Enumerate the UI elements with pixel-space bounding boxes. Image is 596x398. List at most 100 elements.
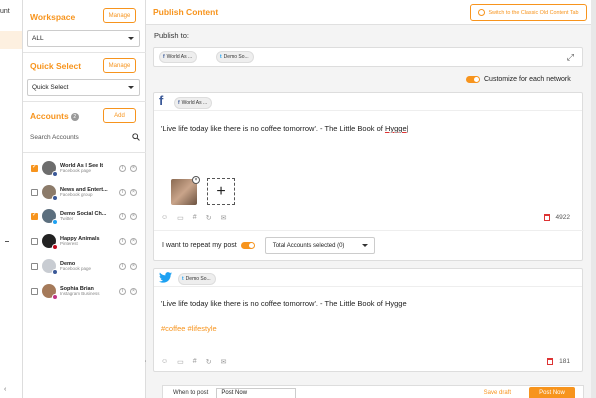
workspace-select[interactable]: ALL [27, 30, 140, 47]
left-nav-dash [5, 241, 9, 242]
account-row[interactable]: News and Entert... Facebook group i × [31, 180, 141, 204]
post-text-misspelled-word: Hygge [384, 124, 407, 133]
chip-label: World As ... [166, 54, 193, 60]
save-draft-button[interactable]: Save draft [484, 390, 511, 396]
expand-icon[interactable]: ⤢ [567, 52, 574, 63]
remove-icon[interactable]: × [130, 164, 137, 172]
character-count: 181 [559, 358, 570, 365]
account-search[interactable]: Search Accounts [30, 130, 140, 144]
page-title: Publish Content [153, 7, 219, 17]
when-to-post-label: When to post [173, 390, 209, 396]
customize-toggle-row: Customize for each network [462, 76, 571, 83]
quick-select-dropdown[interactable]: Quick Select [27, 79, 140, 96]
info-icon[interactable]: i [119, 212, 126, 220]
post-now-button[interactable]: Post Now [529, 386, 575, 398]
panel-header: Publish Content Switch to the Classic Ol… [146, 0, 596, 25]
remove-icon[interactable]: × [130, 188, 137, 196]
emoji-icon[interactable]: ☺ [161, 358, 168, 366]
selected-account-chip[interactable]: f World As ... [159, 51, 198, 63]
publish-footer: When to post Post Now Save draft Post No… [162, 385, 584, 398]
chip-label: Demo So... [223, 54, 249, 60]
info-icon[interactable]: i [119, 287, 126, 295]
add-media-button[interactable]: + [207, 178, 235, 205]
post-toolbar: ☺ ▭ # ↻ ✉ [161, 214, 226, 222]
publish-panel: Publish Content Switch to the Classic Ol… [146, 0, 596, 398]
hashtag-icon[interactable]: # [193, 214, 197, 222]
accounts-heading-label: Accounts [30, 111, 69, 121]
refresh-icon[interactable]: ↻ [206, 358, 212, 366]
remove-media-icon[interactable]: × [192, 176, 200, 184]
account-row[interactable]: Demo Social Ch...Twitter i × [31, 204, 141, 228]
facebook-icon [52, 171, 58, 177]
chevron-left-icon[interactable]: ‹ [4, 386, 6, 393]
account-checkbox[interactable] [31, 211, 38, 220]
selected-account-chip[interactable]: t Demo So... [216, 51, 254, 63]
left-nav-label[interactable]: unt [0, 8, 10, 15]
account-checkbox[interactable] [31, 287, 38, 295]
search-input[interactable]: Search Accounts [30, 134, 79, 141]
media-library-icon[interactable]: ✉ [221, 214, 227, 222]
left-nav-strip: unt ‹ [0, 0, 23, 398]
facebook-icon: f [163, 54, 165, 60]
remove-icon[interactable]: × [130, 287, 137, 295]
comment-icon[interactable]: ▭ [177, 358, 184, 366]
info-icon[interactable]: i [119, 164, 126, 172]
avatar [42, 161, 58, 177]
divider [23, 52, 146, 53]
pinterest-icon [52, 244, 58, 250]
add-account-button[interactable]: Add [103, 108, 136, 123]
info-icon[interactable]: i [119, 188, 126, 196]
accounts-selected-dropdown[interactable]: Total Accounts selected (0) [264, 237, 375, 254]
divider [23, 152, 146, 153]
quick-select-value: Quick Select [32, 84, 69, 91]
chip-label: World As ... [181, 100, 208, 106]
account-row[interactable]: Demo Facebook page i × [31, 254, 141, 278]
character-counter: 181 [547, 358, 570, 365]
switch-classic-button[interactable]: Switch to the Classic Old Content Tab [470, 4, 587, 21]
account-checkbox[interactable] [31, 188, 38, 196]
remove-icon[interactable]: × [130, 237, 137, 245]
emoji-icon[interactable]: ☺ [161, 214, 168, 222]
media-library-icon[interactable]: ✉ [221, 358, 227, 366]
post-text-editor[interactable]: 'Live life today like there is no coffee… [161, 299, 407, 308]
accounts-sidebar: Workspace Manage ALL Quick Select Manage… [23, 0, 146, 398]
search-icon[interactable] [132, 133, 140, 141]
workspace-manage-button[interactable]: Manage [103, 8, 136, 23]
customize-toggle[interactable] [466, 76, 480, 83]
media-thumbnail[interactable]: × [171, 176, 200, 205]
refresh-icon[interactable]: ↻ [206, 214, 212, 222]
hashtag-icon[interactable]: # [193, 358, 197, 366]
post-text-editor[interactable]: 'Live life today like there is no coffee… [161, 124, 409, 133]
avatar [42, 234, 58, 250]
account-checkbox[interactable] [31, 262, 38, 270]
post-text-body: 'Live life today like there is no coffee… [161, 124, 385, 133]
divider [23, 101, 146, 102]
account-checkbox[interactable] [31, 237, 38, 245]
quick-select-manage-button[interactable]: Manage [103, 58, 136, 73]
chip-label: Demo So... [185, 276, 211, 282]
chevron-down-icon [128, 86, 134, 89]
remove-icon[interactable]: × [130, 212, 137, 220]
facebook-post-card: f f World As ... 'Live life today like th… [153, 92, 584, 261]
twitter-icon [52, 219, 58, 225]
comment-icon[interactable]: ▭ [177, 214, 184, 222]
post-hashtags: #coffee #lifestyle [161, 324, 217, 333]
character-counter: 4922 [543, 214, 570, 221]
when-to-post-select[interactable]: Post Now [216, 387, 297, 398]
instagram-icon [52, 294, 58, 300]
left-nav-active-item[interactable] [0, 31, 22, 49]
trash-icon[interactable] [547, 358, 554, 365]
avatar [42, 284, 58, 300]
trash-icon[interactable] [543, 214, 550, 221]
repeat-post-toggle[interactable] [240, 242, 255, 249]
account-row[interactable]: World As I See ItFacebook page i × [31, 156, 141, 180]
info-icon[interactable]: i [119, 262, 126, 270]
scrollbar[interactable] [591, 0, 596, 398]
account-row[interactable]: Sophia Brian Instagram Business i × [31, 279, 141, 303]
info-icon[interactable]: i [119, 237, 126, 245]
account-checkbox[interactable] [31, 163, 38, 172]
account-row[interactable]: Happy Animals Pinterest i × [31, 229, 141, 253]
card-account-chip[interactable]: f World As ... [174, 97, 213, 109]
card-account-chip[interactable]: t Demo So... [178, 273, 216, 285]
remove-icon[interactable]: × [130, 262, 137, 270]
